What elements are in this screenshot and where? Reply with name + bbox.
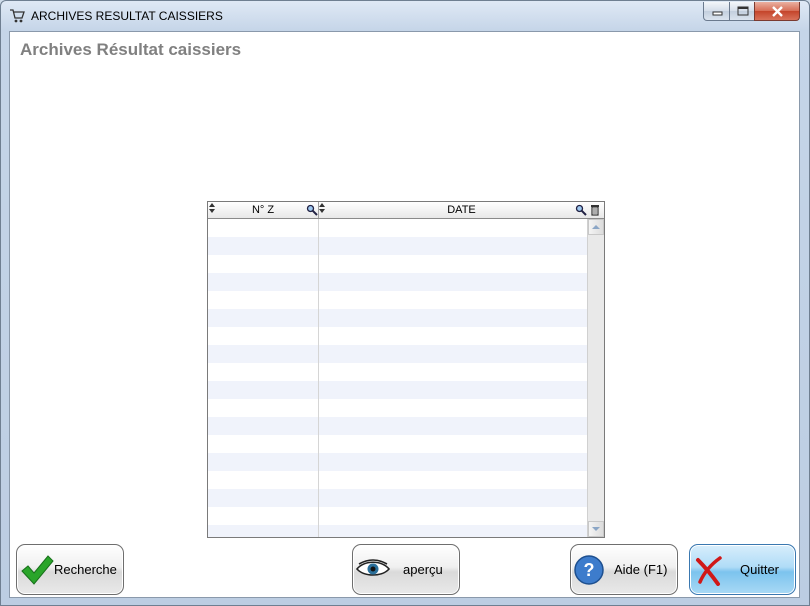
table-row[interactable] — [208, 363, 587, 381]
shopping-cart-icon — [10, 9, 25, 23]
preview-button[interactable]: aperçu — [352, 544, 460, 595]
help-button-label: Aide (F1) — [614, 562, 668, 577]
arrow-down-icon — [592, 527, 600, 531]
application-window: ARCHIVES RESULTAT CAISSIERS Archives Rés… — [0, 0, 810, 606]
page-title: Archives Résultat caissiers — [20, 40, 242, 59]
table-row[interactable] — [208, 219, 587, 237]
column-label-nz: N° Z — [251, 204, 275, 216]
close-icon — [772, 6, 783, 17]
search-button[interactable]: Recherche — [16, 544, 124, 595]
table-row[interactable] — [208, 273, 587, 291]
arrow-up-icon — [592, 225, 600, 229]
table-row[interactable] — [208, 399, 587, 417]
close-window-button[interactable] — [754, 2, 800, 21]
table-row[interactable] — [208, 291, 587, 309]
table-row[interactable] — [208, 435, 587, 453]
column-label-date: DATE — [447, 204, 476, 216]
scroll-down-button[interactable] — [588, 521, 604, 537]
column-header-date[interactable]: DATE — [319, 202, 604, 218]
help-icon: ? — [574, 555, 604, 585]
scroll-up-button[interactable] — [588, 219, 604, 235]
column-separator — [318, 219, 319, 537]
sort-icon[interactable] — [319, 203, 325, 213]
red-x-icon — [696, 556, 722, 586]
table-body — [208, 219, 587, 537]
preview-button-label: aperçu — [403, 562, 443, 577]
column-header-nz[interactable]: N° Z — [208, 202, 319, 218]
help-button[interactable]: ? Aide (F1) — [570, 544, 678, 595]
search-button-label: Recherche — [54, 562, 117, 577]
minimize-button[interactable] — [703, 2, 730, 21]
table-row[interactable] — [208, 417, 587, 435]
title-bar[interactable]: ARCHIVES RESULTAT CAISSIERS — [1, 1, 809, 31]
table-row[interactable] — [208, 525, 587, 537]
table-row[interactable] — [208, 237, 587, 255]
table-row[interactable] — [208, 345, 587, 363]
checkmark-icon — [21, 555, 54, 585]
quit-button-label: Quitter — [740, 562, 780, 577]
search-icon[interactable] — [306, 204, 318, 216]
eye-icon — [356, 559, 390, 576]
maximize-button[interactable] — [729, 2, 755, 21]
maximize-icon — [737, 6, 749, 16]
trash-icon[interactable] — [589, 204, 601, 216]
table-row[interactable] — [208, 453, 587, 471]
client-area: Archives Résultat caissiers N° Z DATE Re… — [9, 31, 800, 598]
table-row[interactable] — [208, 489, 587, 507]
sort-icon[interactable] — [209, 203, 215, 213]
search-icon[interactable] — [575, 204, 587, 216]
table-row[interactable] — [208, 381, 587, 399]
minimize-icon — [712, 11, 723, 16]
svg-text:?: ? — [584, 560, 595, 580]
table-row[interactable] — [208, 471, 587, 489]
table-row[interactable] — [208, 255, 587, 273]
table-row[interactable] — [208, 507, 587, 525]
table-header: N° Z DATE — [208, 202, 604, 219]
quit-button[interactable]: Quitter — [689, 544, 796, 595]
table-row[interactable] — [208, 309, 587, 327]
archives-table[interactable]: N° Z DATE — [207, 201, 605, 538]
vertical-scrollbar[interactable] — [587, 219, 604, 537]
table-row[interactable] — [208, 327, 587, 345]
window-title: ARCHIVES RESULTAT CAISSIERS — [31, 9, 223, 23]
